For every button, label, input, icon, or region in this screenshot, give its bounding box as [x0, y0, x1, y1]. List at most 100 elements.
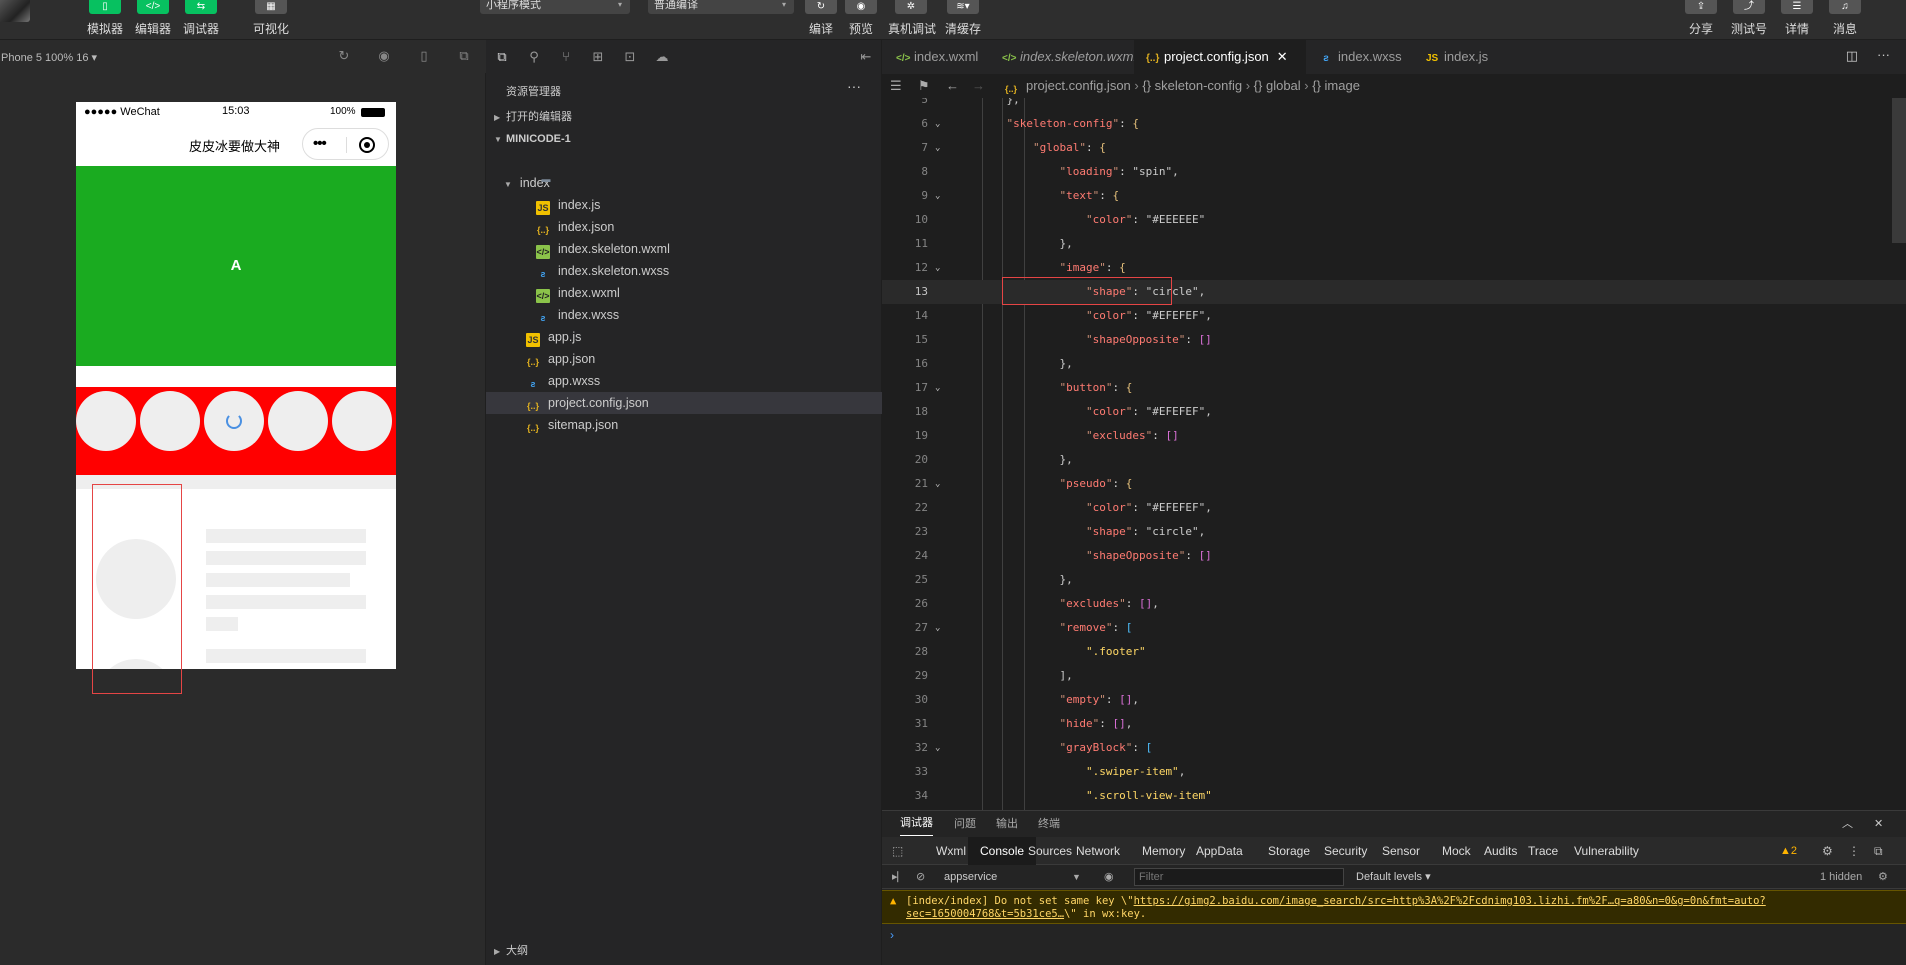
- devtools-tab-mock[interactable]: Mock: [1442, 837, 1471, 865]
- console-prompt[interactable]: ›: [890, 928, 894, 942]
- code-line[interactable]: 7 ⌄ "global": {: [882, 136, 1906, 160]
- code-line[interactable]: 5 },: [882, 98, 1906, 112]
- settings-icon[interactable]: ⚙: [1822, 837, 1833, 865]
- settings-icon[interactable]: ⚙: [1878, 865, 1888, 889]
- code-line[interactable]: 23 "shape": "circle",: [882, 520, 1906, 544]
- compile-select[interactable]: 普通编译 ▾: [648, 0, 794, 14]
- file-tree-item[interactable]: ƨ app.wxss: [486, 370, 882, 392]
- kebab-icon[interactable]: ⋮: [1848, 837, 1860, 865]
- file-tree-item[interactable]: ƨ index.wxss: [486, 304, 882, 326]
- code-line[interactable]: 19 "excludes": []: [882, 424, 1906, 448]
- messages-button[interactable]: ♫ 消息: [1822, 0, 1868, 38]
- mode-select[interactable]: 小程序模式 ▾: [480, 0, 630, 14]
- fold-chevron-icon[interactable]: ⌄: [935, 112, 940, 136]
- tab-terminal[interactable]: 终端: [1038, 811, 1060, 837]
- split-editor-icon[interactable]: ◫: [1846, 48, 1858, 64]
- code-line[interactable]: 28 ".footer": [882, 640, 1906, 664]
- stop-icon[interactable]: ◉: [377, 49, 391, 63]
- details-button[interactable]: ☰ 详情: [1774, 0, 1820, 38]
- code-area[interactable]: 5 }, 6 ⌄ "skeleton-config": {7 ⌄ "global": …: [882, 98, 1906, 810]
- code-line[interactable]: 29 ],: [882, 664, 1906, 688]
- code-line[interactable]: 32 ⌄ "grayBlock": [: [882, 736, 1906, 760]
- devtools-tab-audits[interactable]: Audits: [1484, 837, 1517, 865]
- breadcrumb-item[interactable]: project.config.json: [1026, 78, 1131, 93]
- tab-problems[interactable]: 问题: [954, 811, 976, 837]
- code-line[interactable]: 10 "color": "#EEEEEE": [882, 208, 1906, 232]
- devtools-tab-storage[interactable]: Storage: [1268, 837, 1310, 865]
- extensions-icon[interactable]: ⊞: [590, 49, 606, 65]
- file-tree-item[interactable]: JS index.js: [486, 194, 882, 216]
- device-select[interactable]: Phone 5 100% 16 ▾: [1, 51, 97, 64]
- devtools-tab-trace[interactable]: Trace: [1528, 837, 1558, 865]
- remote-debug-button[interactable]: ✲ 真机调试: [888, 0, 936, 38]
- devtools-tab-wxml[interactable]: Wxml: [936, 837, 966, 865]
- popout-icon[interactable]: ⧉: [457, 49, 471, 63]
- code-line[interactable]: 33 ".swiper-item",: [882, 760, 1906, 784]
- code-line[interactable]: 22 "color": "#EFEFEF",: [882, 496, 1906, 520]
- swiper-item[interactable]: A: [76, 166, 396, 366]
- code-line[interactable]: 6 ⌄ "skeleton-config": {: [882, 112, 1906, 136]
- fold-chevron-icon[interactable]: ⌄: [935, 376, 940, 400]
- breadcrumb-item[interactable]: {} image: [1312, 78, 1360, 93]
- collapse-panel-icon[interactable]: ⇤: [858, 49, 874, 65]
- devtools-tab-security[interactable]: Security: [1324, 837, 1367, 865]
- file-tree-item[interactable]: {..} project.config.json: [486, 392, 882, 414]
- file-tree-item[interactable]: {..} index.json: [486, 216, 882, 238]
- code-line[interactable]: 11 },: [882, 232, 1906, 256]
- undock-icon[interactable]: ⧉: [1874, 837, 1883, 865]
- reload-icon[interactable]: ↻: [337, 49, 351, 63]
- fold-chevron-icon[interactable]: ⌄: [935, 616, 940, 640]
- fold-chevron-icon[interactable]: ⌄: [935, 256, 940, 280]
- code-line[interactable]: 17 ⌄ "button": {: [882, 376, 1906, 400]
- code-line[interactable]: 18 "color": "#EFEFEF",: [882, 400, 1906, 424]
- file-tree-item[interactable]: ƨ index.skeleton.wxss: [486, 260, 882, 282]
- code-line[interactable]: 26 "excludes": [],: [882, 592, 1906, 616]
- devtools-tab-appdata[interactable]: AppData: [1196, 837, 1243, 865]
- tab-index-wxml[interactable]: </> index.wxml: [884, 40, 988, 74]
- editor-button[interactable]: </> 编辑器: [130, 0, 176, 38]
- scrollbar-thumb[interactable]: [1892, 98, 1906, 243]
- warning-count[interactable]: ▲ 2: [1780, 837, 1797, 865]
- fold-chevron-icon[interactable]: ⌄: [935, 472, 940, 496]
- more-icon[interactable]: •••: [313, 135, 327, 152]
- file-tree-item[interactable]: JS app.js: [486, 326, 882, 348]
- devtools-tab-sources[interactable]: Sources: [1028, 837, 1072, 865]
- inspect-icon[interactable]: ⬚: [892, 837, 903, 865]
- docker-icon[interactable]: ☁: [654, 49, 670, 65]
- code-line[interactable]: 9 ⌄ "text": {: [882, 184, 1906, 208]
- open-editors-section[interactable]: ▶ 打开的编辑器: [486, 106, 882, 128]
- phone-icon[interactable]: ▯: [417, 49, 431, 63]
- search-icon[interactable]: ⚲: [526, 49, 542, 65]
- forward-icon[interactable]: →: [972, 74, 985, 98]
- tab-debugger[interactable]: 调试器: [900, 811, 933, 836]
- visual-button[interactable]: ▦ 可视化: [248, 0, 294, 38]
- devtools-tab-vulnerability[interactable]: Vulnerability: [1574, 837, 1639, 865]
- clear-cache-button[interactable]: ≋▾ 清缓存: [940, 0, 986, 38]
- simulator-button[interactable]: ▯ 模拟器: [82, 0, 128, 38]
- fold-chevron-icon[interactable]: ⌄: [935, 736, 940, 760]
- fold-chevron-icon[interactable]: ⌄: [935, 184, 940, 208]
- filter-input[interactable]: [1134, 868, 1344, 886]
- file-tree-item[interactable]: {..} sitemap.json: [486, 414, 882, 436]
- code-line[interactable]: 14 "color": "#EFEFEF",: [882, 304, 1906, 328]
- code-line[interactable]: 34 ".scroll-view-item": [882, 784, 1906, 808]
- code-line[interactable]: 30 "empty": [],: [882, 688, 1906, 712]
- scroll-view[interactable]: [76, 387, 396, 487]
- avatar[interactable]: [0, 0, 30, 22]
- clear-console-icon[interactable]: ⊘: [916, 865, 925, 889]
- bookmark-icon[interactable]: ⚑: [918, 74, 930, 98]
- code-line[interactable]: 25 },: [882, 568, 1906, 592]
- close-icon[interactable]: ✕: [1874, 811, 1883, 837]
- breadcrumb-item[interactable]: {} skeleton-config: [1142, 78, 1242, 93]
- cloud-icon[interactable]: ⊡: [622, 49, 638, 65]
- devtools-tab-memory[interactable]: Memory: [1142, 837, 1185, 865]
- preview-button[interactable]: ◉ 预览: [838, 0, 884, 38]
- debugger-button[interactable]: ⇆ 调试器: [178, 0, 224, 38]
- file-tree-item[interactable]: </> index.wxml: [486, 282, 882, 304]
- code-line[interactable]: 21 ⌄ "pseudo": {: [882, 472, 1906, 496]
- code-line[interactable]: 31 "hide": [],: [882, 712, 1906, 736]
- code-line[interactable]: 15 "shapeOpposite": []: [882, 328, 1906, 352]
- share-button[interactable]: ⇪ 分享: [1678, 0, 1724, 38]
- breadcrumb-item[interactable]: {} global: [1254, 78, 1301, 93]
- chevron-up-icon[interactable]: ︿: [1842, 811, 1853, 837]
